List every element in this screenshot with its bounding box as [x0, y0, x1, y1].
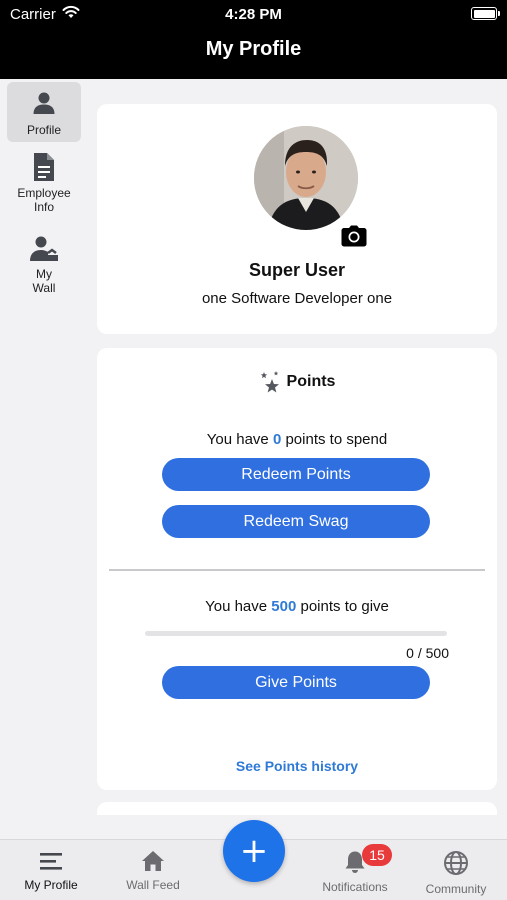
points-to-spend-text: You have 0 points to spend	[97, 431, 497, 448]
tab-label: Community	[425, 882, 487, 896]
redeem-swag-button[interactable]: Redeem Swag	[162, 505, 430, 538]
create-post-button[interactable]: +	[223, 820, 285, 882]
status-bar: Carrier 4:28 PM	[0, 0, 507, 28]
points-given-progress	[145, 631, 447, 636]
menu-icon	[40, 853, 62, 870]
points-to-spend-suffix: points to spend	[281, 431, 388, 448]
stars-icon	[260, 371, 279, 393]
points-title: Points	[286, 373, 336, 390]
redeem-points-button[interactable]: Redeem Points	[162, 458, 430, 491]
document-icon	[34, 153, 54, 181]
sidebar-item-label: Employee Info	[17, 186, 71, 214]
points-card: Points You have 0 points to spend Redeem…	[97, 348, 497, 790]
points-to-give-prefix: You have	[205, 598, 272, 615]
main-content: Super User one Software Developer one Po…	[87, 79, 507, 815]
points-to-give-suffix: points to give	[296, 598, 389, 615]
tab-my-profile[interactable]: My Profile	[1, 840, 101, 900]
avatar-container	[254, 126, 376, 258]
home-icon	[142, 851, 164, 871]
tab-label: Wall Feed	[126, 878, 180, 892]
page-title: My Profile	[205, 38, 302, 60]
side-nav: Profile Employee Info My Wall	[0, 79, 87, 839]
next-card	[97, 802, 497, 815]
change-photo-button[interactable]	[332, 214, 376, 258]
globe-icon	[444, 851, 468, 875]
profile-card: Super User one Software Developer one	[97, 104, 497, 334]
tab-label: My Profile	[24, 878, 78, 892]
camera-icon	[341, 225, 367, 247]
points-history-link[interactable]: See Points history	[97, 758, 497, 774]
sidebar-item-profile[interactable]: Profile	[7, 82, 81, 142]
divider	[109, 569, 485, 571]
person-icon	[33, 92, 55, 114]
points-given-count: 0 / 500	[406, 645, 449, 661]
avatar[interactable]	[254, 126, 358, 230]
sidebar-item-employee-info[interactable]: Employee Info	[7, 152, 81, 222]
points-heading: Points	[97, 370, 497, 394]
avatar-photo	[254, 126, 358, 230]
plus-icon: +	[239, 831, 269, 871]
points-to-spend-prefix: You have	[206, 431, 273, 448]
tab-community[interactable]: Community	[406, 840, 506, 900]
status-time: 4:28 PM	[225, 6, 282, 23]
sidebar-item-label: My Wall	[32, 267, 56, 295]
points-to-give-value: 500	[271, 598, 297, 615]
user-name: Super User	[248, 260, 346, 280]
person-wall-icon	[30, 236, 58, 261]
sidebar-item-label: Profile	[26, 123, 61, 137]
sidebar-item-my-wall[interactable]: My Wall	[7, 235, 81, 301]
give-points-button[interactable]: Give Points	[162, 666, 430, 699]
top-bar: Carrier 4:28 PM My Profile	[0, 0, 507, 79]
points-to-give-text: You have 500 points to give	[97, 598, 497, 615]
tab-label: Notifications	[322, 880, 388, 894]
battery-icon	[471, 7, 500, 20]
user-job-title: one Software Developer one	[201, 290, 393, 307]
tab-wall-feed[interactable]: Wall Feed	[103, 840, 203, 900]
notification-badge: 15	[362, 844, 392, 866]
